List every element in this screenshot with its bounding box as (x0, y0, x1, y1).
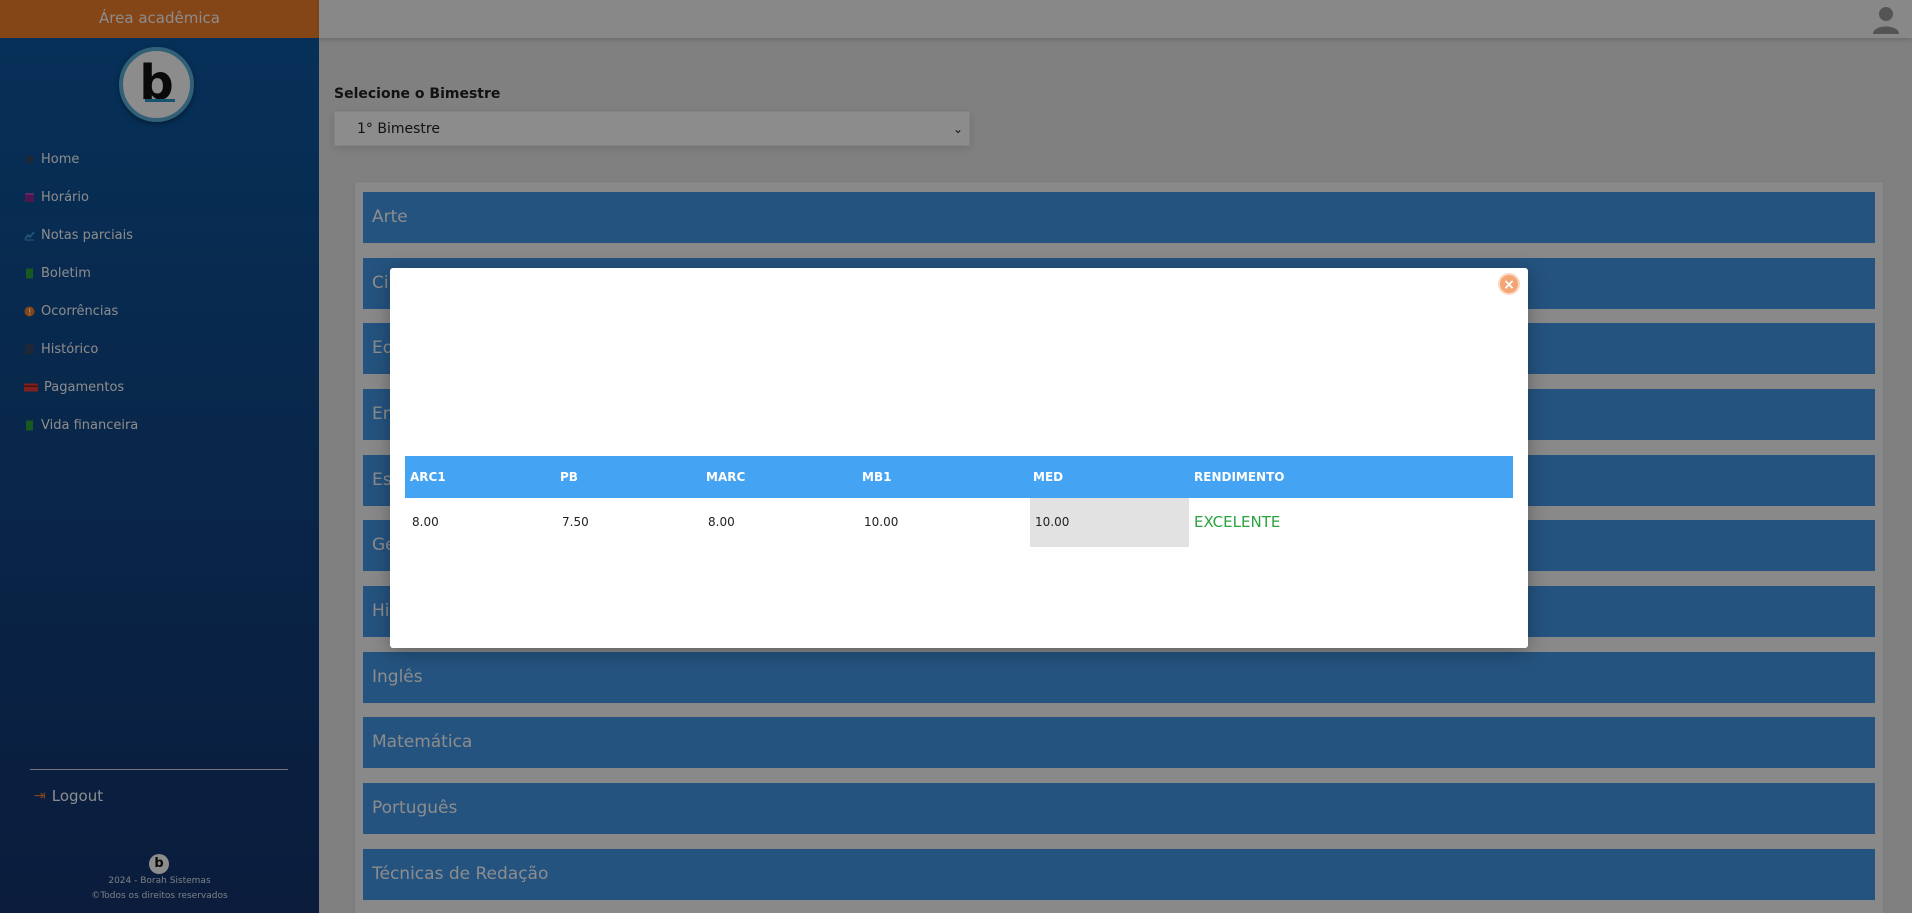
column-header: PB (560, 470, 578, 484)
table-row: 8.00 7.50 8.00 10.00 10.00 EXCELENTE (405, 498, 1513, 547)
rendimento-value: EXCELENTE (1194, 513, 1281, 531)
grades-table: ARC1 PB MARC MB1 MED RENDIMENTO 8.00 7.5… (405, 456, 1513, 547)
column-header: MED (1033, 470, 1064, 484)
table-cell: 8.00 (708, 515, 735, 529)
table-cell: 10.00 (864, 515, 899, 529)
column-header: RENDIMENTO (1194, 470, 1285, 484)
column-header: MARC (706, 470, 746, 484)
table-cell: 8.00 (412, 515, 439, 529)
grades-modal: × ARC1 PB MARC MB1 MED RENDIMENTO 8.00 7… (390, 268, 1528, 648)
table-cell: 7.50 (562, 515, 589, 529)
column-header: ARC1 (410, 470, 446, 484)
column-header: MB1 (862, 470, 892, 484)
close-icon[interactable]: × (1498, 273, 1520, 295)
table-header: ARC1 PB MARC MB1 MED RENDIMENTO (405, 456, 1513, 498)
table-cell-med: 10.00 (1030, 498, 1189, 547)
